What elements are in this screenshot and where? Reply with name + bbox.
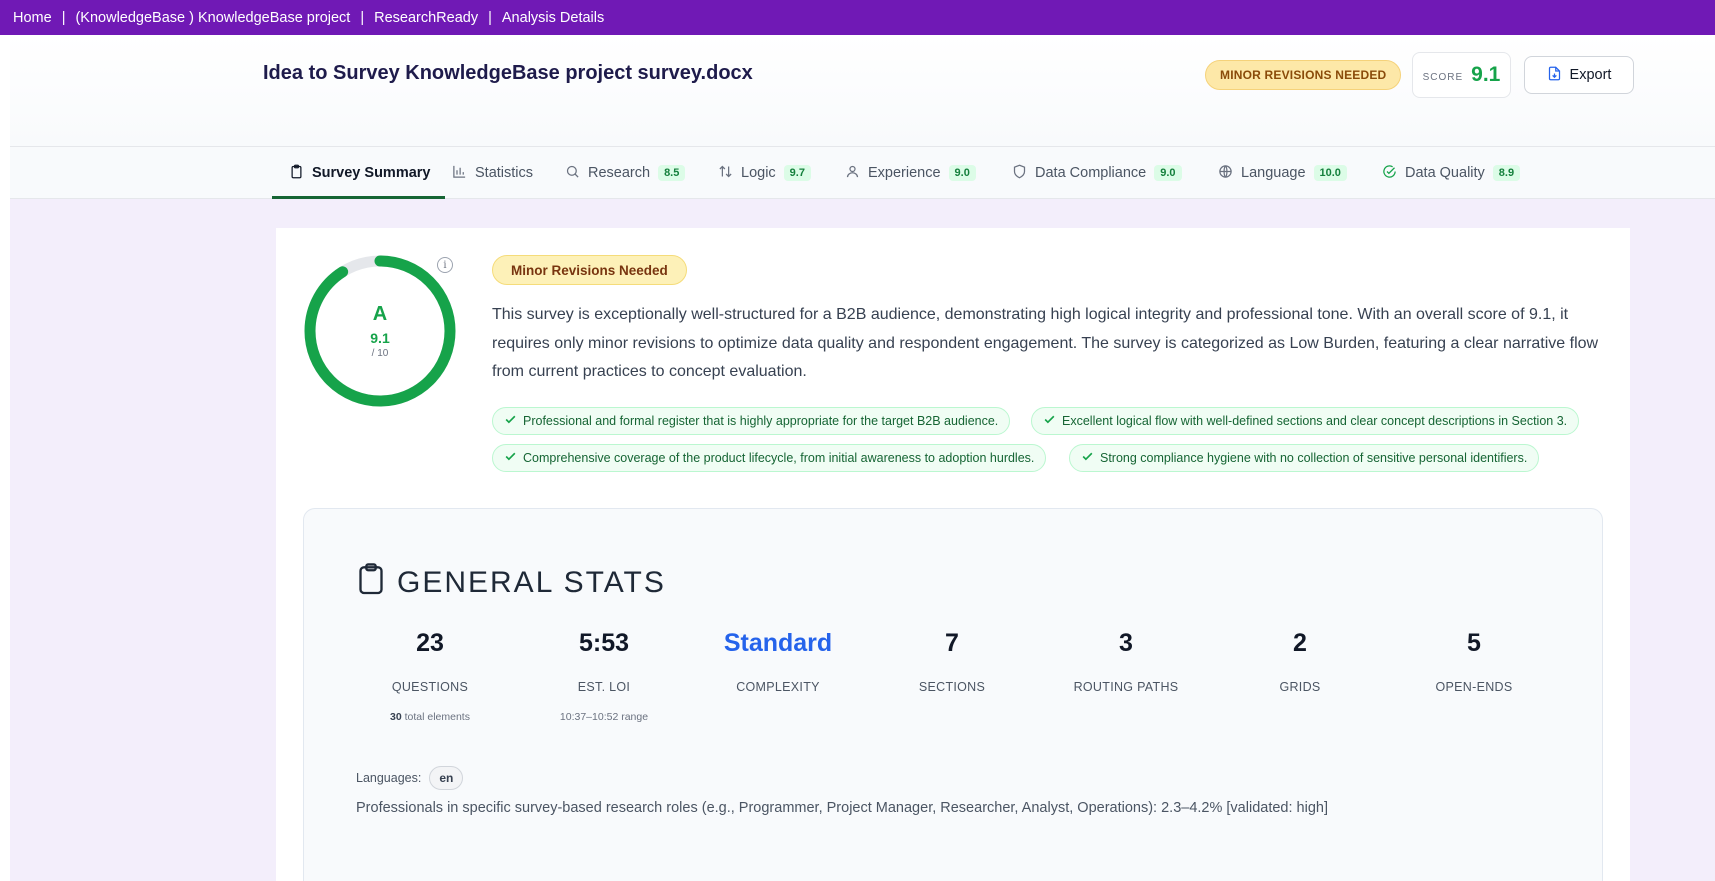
overall-score: SCORE 9.1 [1412, 52, 1511, 98]
breadcrumb-project[interactable]: (KnowledgeBase ) KnowledgeBase project [75, 10, 350, 26]
tab-statistics[interactable]: Statistics [452, 147, 533, 199]
target-audience: Professionals in specific survey-based r… [356, 800, 1328, 816]
breadcrumb-home[interactable]: Home [13, 10, 52, 26]
language-pill: en [429, 766, 464, 790]
tab-logic[interactable]: Logic 9.7 [718, 147, 811, 199]
breadcrumb-separator: | [488, 9, 492, 26]
stat-open-ends: 5 OPEN-ENDS [1394, 628, 1554, 694]
sort-arrows-icon [718, 164, 733, 183]
stat-value: 5 [1467, 629, 1481, 657]
tab-score-badge: 9.0 [1154, 165, 1182, 181]
tab-label: Language [1241, 165, 1306, 181]
info-icon[interactable]: i [437, 257, 453, 273]
tab-label: Survey Summary [312, 165, 431, 181]
tab-label: Experience [868, 165, 941, 181]
strength-text: Comprehensive coverage of the product li… [523, 451, 1035, 465]
stat-value: 7 [945, 629, 959, 657]
tab-survey-summary[interactable]: Survey Summary [271, 147, 447, 199]
languages-label: Languages: [356, 771, 422, 785]
breadcrumb-analysis-details: Analysis Details [501, 9, 605, 26]
stat-subtext: 30 total elements [350, 711, 510, 723]
stat-value: 5:53 [578, 629, 630, 657]
stat-est-loi: 5:53 EST. LOI 10:37–10:52 range [524, 628, 684, 723]
stat-questions: 23 QUESTIONS 30 total elements [350, 628, 510, 723]
stat-value: 23 [416, 629, 444, 657]
check-circle-icon [1382, 164, 1397, 183]
tab-bar: Survey Summary Statistics Research 8.5 L… [10, 147, 1715, 199]
strength-text: Professional and formal register that is… [523, 414, 999, 428]
tab-label: Logic [741, 165, 776, 181]
strength-chip: Comprehensive coverage of the product li… [492, 444, 1047, 472]
strength-chip: Excellent logical flow with well-defined… [1031, 407, 1580, 435]
stat-routing-paths: 3 ROUTING PATHS [1046, 628, 1206, 694]
stat-label: SECTIONS [918, 680, 986, 694]
tab-experience[interactable]: Experience 9.0 [845, 147, 976, 199]
check-icon [1043, 413, 1056, 429]
user-icon [845, 164, 860, 183]
tab-label: Statistics [475, 165, 534, 181]
status-badge: MINOR REVISIONS NEEDED [1205, 60, 1402, 90]
stat-value: 3 [1119, 629, 1133, 657]
tab-label: Data Compliance [1035, 165, 1147, 181]
general-stats-title: GENERAL STATS [357, 562, 666, 604]
export-button[interactable]: Export [1524, 56, 1634, 94]
languages-row: Languages: en [356, 766, 464, 790]
strength-text: Excellent logical flow with well-defined… [1062, 414, 1568, 428]
score-ring: A 9.1 / 10 [302, 253, 458, 409]
check-icon [504, 450, 517, 466]
tab-label: Data Quality [1405, 165, 1485, 181]
summary-text: This survey is exceptionally well-struct… [492, 306, 1599, 380]
stat-subtext: 10:37–10:52 range [559, 711, 649, 723]
check-icon [1081, 450, 1094, 466]
stat-label: QUESTIONS [391, 680, 469, 694]
stat-label: ROUTING PATHS [1073, 680, 1179, 694]
stat-subtext-label: total elements [404, 711, 470, 723]
page-title: Idea to Survey KnowledgeBase project sur… [263, 62, 753, 84]
general-stats-heading: GENERAL STATS [397, 566, 666, 599]
score-value: 9.1 [1471, 63, 1501, 86]
tab-label: Research [588, 165, 651, 181]
tab-research[interactable]: Research 8.5 [565, 147, 686, 199]
bar-chart-icon [452, 164, 467, 183]
stat-label: EST. LOI [577, 680, 631, 694]
tab-data-quality[interactable]: Data Quality 8.9 [1382, 147, 1521, 199]
tab-score-badge: 9.0 [948, 165, 976, 181]
stat-label: COMPLEXITY [736, 680, 820, 694]
strength-chip: Strong compliance hygiene with no collec… [1069, 444, 1540, 472]
check-icon [504, 413, 517, 429]
tab-score-badge: 10.0 [1313, 165, 1347, 181]
strength-text: Strong compliance hygiene with no collec… [1100, 451, 1528, 465]
breadcrumb-researchready[interactable]: ResearchReady [374, 10, 478, 26]
ring-score-max: / 10 [371, 347, 389, 359]
tab-score-badge: 8.9 [1492, 165, 1521, 181]
breadcrumb-separator: | [360, 9, 365, 26]
revision-status-badge: Minor Revisions Needed [492, 255, 687, 285]
tab-data-compliance[interactable]: Data Compliance 9.0 [1012, 147, 1182, 199]
shield-icon [1012, 164, 1027, 183]
stat-value: 2 [1293, 629, 1307, 657]
stat-value: Standard [723, 629, 833, 657]
score-label: SCORE [1422, 71, 1464, 83]
stat-subtext-count: 30 [390, 711, 402, 723]
tab-language[interactable]: Language 10.0 [1218, 147, 1347, 199]
search-icon [565, 164, 580, 183]
export-label: Export [1569, 67, 1612, 83]
tab-score-badge: 8.5 [658, 165, 686, 181]
clipboard-icon [357, 562, 385, 604]
export-file-icon [1547, 66, 1562, 85]
globe-icon [1218, 164, 1233, 183]
clipboard-icon [289, 164, 304, 183]
grade-letter: A [372, 302, 388, 325]
stat-complexity: Standard COMPLEXITY [698, 628, 858, 694]
stat-grids: 2 GRIDS [1220, 628, 1380, 694]
strength-chip: Professional and formal register that is… [492, 407, 1011, 435]
stat-label: OPEN-ENDS [1435, 680, 1513, 694]
breadcrumb-separator: | [61, 9, 66, 26]
tab-score-badge: 9.7 [783, 165, 811, 181]
ring-score: 9.1 [370, 329, 390, 346]
breadcrumb: Home | (KnowledgeBase ) KnowledgeBase pr… [0, 0, 1715, 35]
stat-sections: 7 SECTIONS [872, 628, 1032, 694]
stat-label: GRIDS [1279, 680, 1321, 694]
